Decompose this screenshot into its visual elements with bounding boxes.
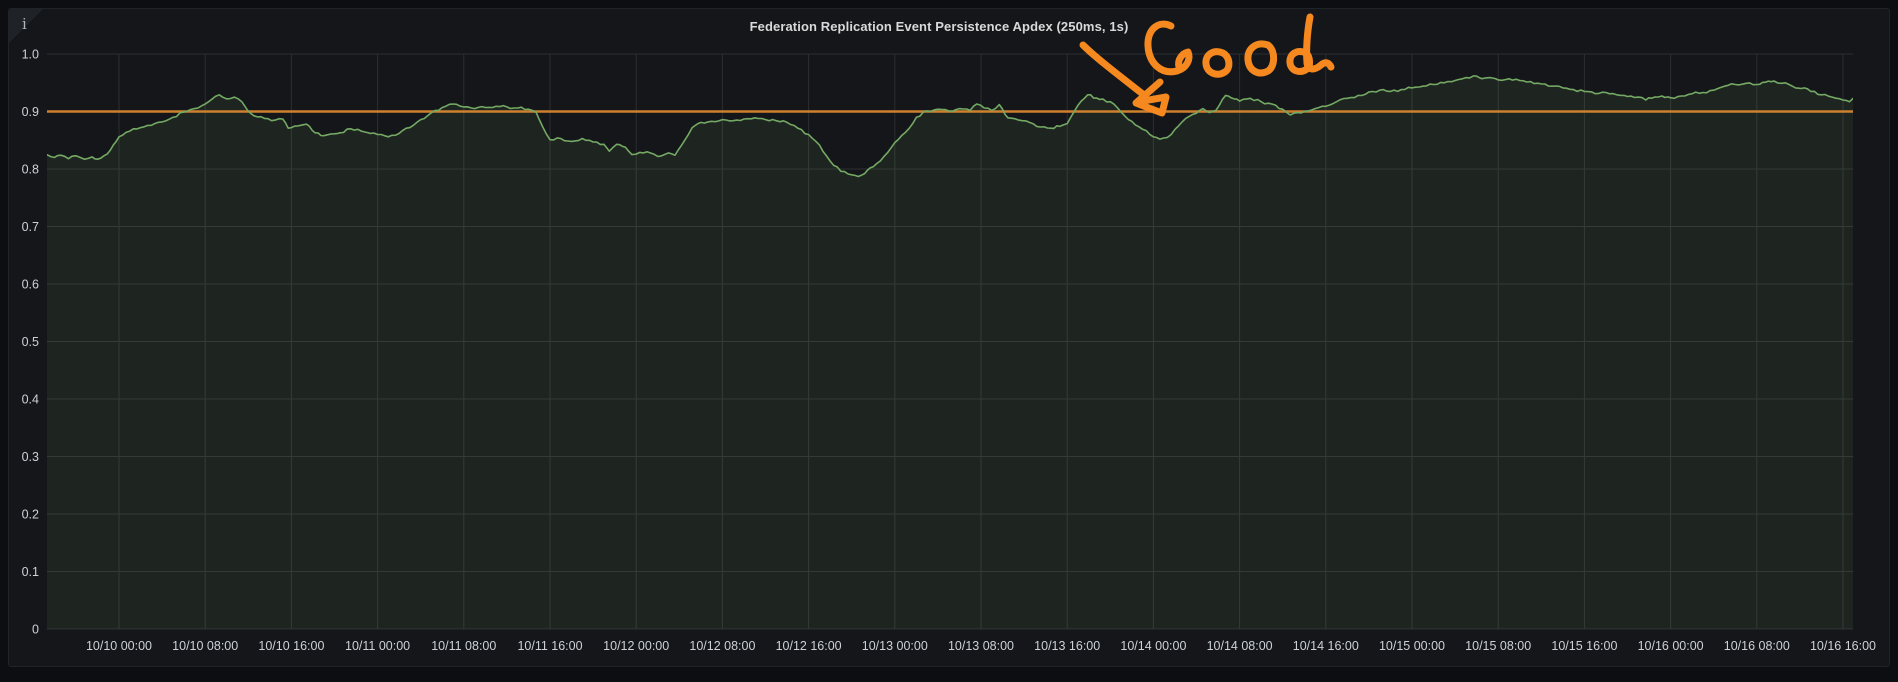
x-tick-label: 10/10 08:00 [172, 639, 238, 653]
x-tick-label: 10/15 16:00 [1551, 639, 1617, 653]
annotation-stroke [1083, 45, 1144, 95]
x-tick-label: 10/14 00:00 [1120, 639, 1186, 653]
annotation-stroke [1136, 82, 1166, 113]
x-tick-label: 10/14 16:00 [1293, 639, 1359, 653]
annotation-stroke [1248, 44, 1274, 73]
x-tick-label: 10/10 00:00 [86, 639, 152, 653]
y-tick-label: 0.8 [22, 163, 39, 177]
x-tick-label: 10/13 16:00 [1034, 639, 1100, 653]
y-tick-label: 0.4 [22, 393, 39, 407]
page: { "panel": { "title": "Federation Replic… [0, 0, 1898, 682]
annotation-stroke [1307, 17, 1331, 69]
x-tick-label: 10/16 00:00 [1638, 639, 1704, 653]
annotation-good [1083, 17, 1331, 113]
y-tick-label: 0.3 [22, 450, 39, 464]
time-series-chart[interactable]: 1.0 0.9 0.8 0.7 0.6 0.5 0.4 0.3 0.2 0.1 0 10/10 00:… [9, 9, 1891, 668]
x-tick-label: 10/11 00:00 [345, 639, 410, 653]
series-area-fill [47, 76, 1854, 629]
y-tick-label: 0 [32, 623, 39, 637]
x-tick-label: 10/11 16:00 [517, 639, 582, 653]
x-tick-label: 10/16 16:00 [1810, 639, 1876, 653]
x-tick-label: 10/14 08:00 [1207, 639, 1273, 653]
y-tick-label: 0.7 [22, 220, 39, 234]
x-tick-label: 10/16 08:00 [1724, 639, 1790, 653]
y-tick-label: 0.5 [22, 335, 39, 349]
y-tick-label: 0.9 [22, 105, 39, 119]
y-tick-label: 0.6 [22, 278, 39, 292]
x-tick-label: 10/13 00:00 [862, 639, 928, 653]
x-tick-label: 10/15 00:00 [1379, 639, 1445, 653]
x-tick-label: 10/12 08:00 [689, 639, 755, 653]
grafana-panel: i Federation Replication Event Persisten… [8, 8, 1890, 667]
x-tick-label: 10/12 16:00 [776, 639, 842, 653]
annotation-stroke [1206, 52, 1229, 74]
x-tick-label: 10/11 08:00 [431, 639, 496, 653]
y-tick-label: 0.2 [22, 508, 39, 522]
y-tick-label: 1.0 [22, 48, 39, 62]
y-tick-label: 0.1 [22, 565, 39, 579]
x-tick-label: 10/15 08:00 [1465, 639, 1531, 653]
x-tick-label: 10/13 08:00 [948, 639, 1014, 653]
x-tick-label: 10/10 16:00 [258, 639, 324, 653]
x-tick-label: 10/12 00:00 [603, 639, 669, 653]
annotation-stroke [1148, 24, 1189, 72]
